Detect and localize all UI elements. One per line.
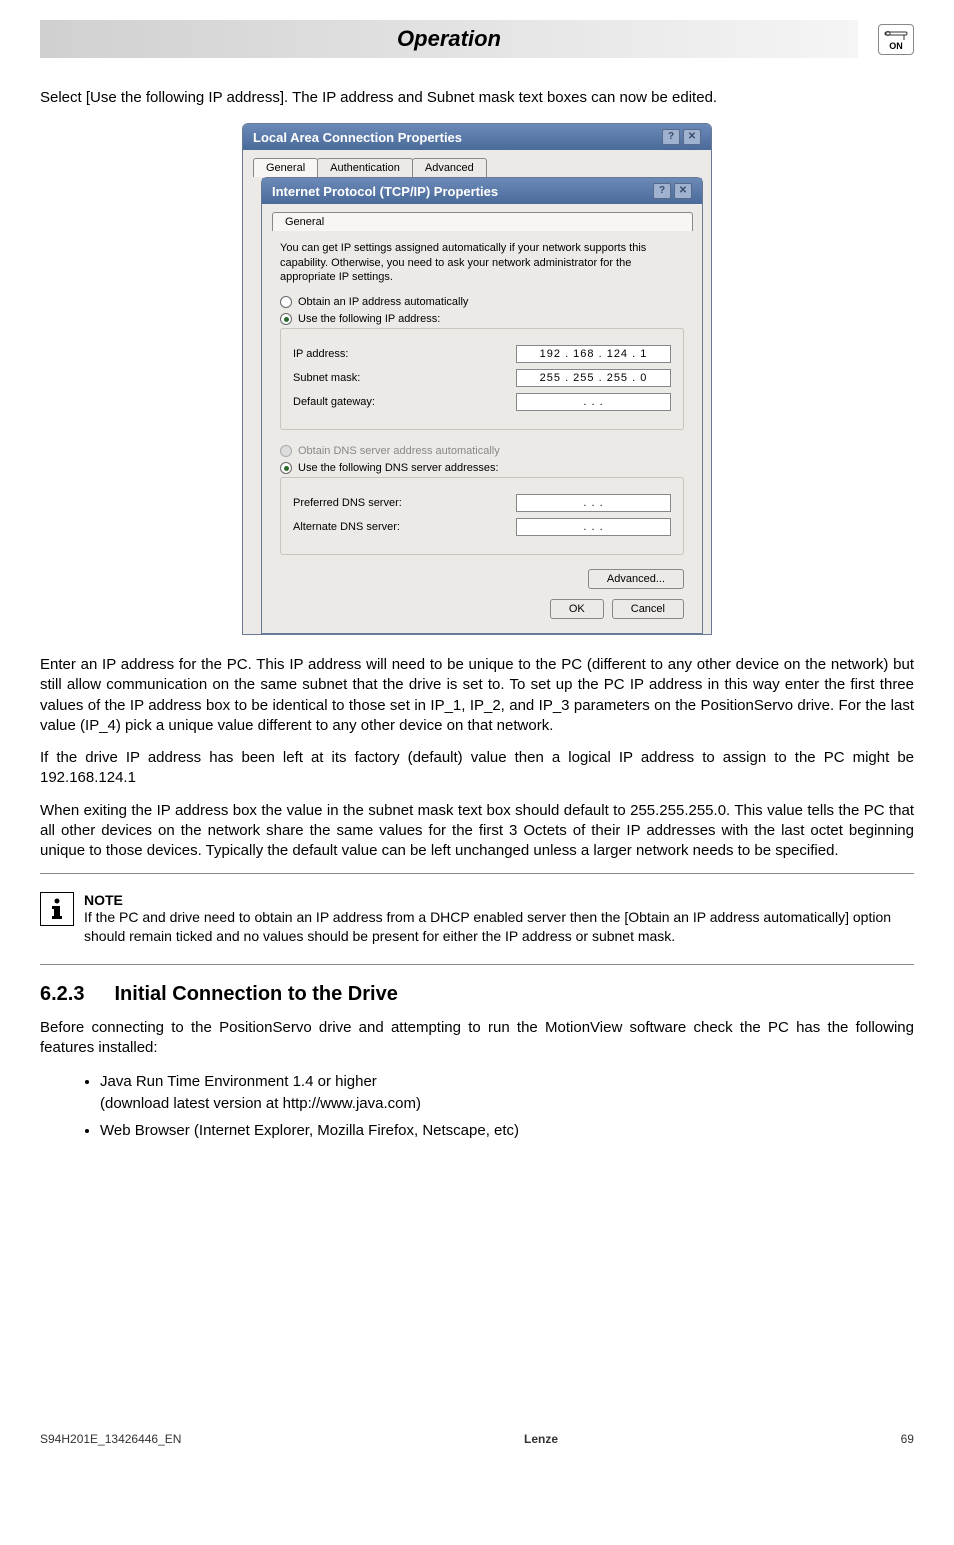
note-box: NOTE If the PC and drive need to obtain … xyxy=(40,892,914,946)
page-title: Operation xyxy=(40,20,858,58)
outer-titlebar[interactable]: Local Area Connection Properties ? ✕ xyxy=(243,124,711,150)
help-icon[interactable]: ? xyxy=(662,129,680,145)
inner-titlebar[interactable]: Internet Protocol (TCP/IP) Properties ? … xyxy=(262,178,702,204)
note-text: If the PC and drive need to obtain an IP… xyxy=(84,908,914,946)
tcpip-properties-dialog: Internet Protocol (TCP/IP) Properties ? … xyxy=(261,177,703,634)
tab-advanced[interactable]: Advanced xyxy=(412,158,487,177)
dns-fields-group: Preferred DNS server: . . . Alternate DN… xyxy=(280,477,684,555)
power-on-label: ON xyxy=(884,42,908,51)
alternate-dns-input[interactable]: . . . xyxy=(516,518,671,536)
paragraph-3: When exiting the IP address box the valu… xyxy=(40,801,914,862)
subnet-mask-input[interactable]: 255 . 255 . 255 . 0 xyxy=(516,369,671,387)
tab-authentication[interactable]: Authentication xyxy=(317,158,413,177)
cancel-button[interactable]: Cancel xyxy=(612,599,684,619)
close-icon[interactable]: ✕ xyxy=(674,183,692,199)
list-item: Java Run Time Environment 1.4 or higher … xyxy=(100,1071,914,1116)
preferred-dns-input[interactable]: . . . xyxy=(516,494,671,512)
alternate-dns-label: Alternate DNS server: xyxy=(293,521,516,533)
inner-dialog-title: Internet Protocol (TCP/IP) Properties xyxy=(272,184,498,199)
radio-icon xyxy=(280,462,292,474)
power-on-icon: ON xyxy=(878,24,914,55)
radio-icon xyxy=(280,445,292,457)
requirements-list: Java Run Time Environment 1.4 or higher … xyxy=(100,1071,914,1143)
paragraph-2: If the drive IP address has been left at… xyxy=(40,748,914,789)
radio-obtain-dns-auto: Obtain DNS server address automatically xyxy=(280,445,684,457)
radio-label: Obtain DNS server address automatically xyxy=(298,445,500,457)
info-icon xyxy=(40,892,74,926)
dialog-container: Local Area Connection Properties ? ✕ Gen… xyxy=(40,123,914,635)
section-number: 6.2.3 xyxy=(40,983,84,1006)
close-icon[interactable]: ✕ xyxy=(683,129,701,145)
radio-label: Obtain an IP address automatically xyxy=(298,296,468,308)
radio-icon xyxy=(280,296,292,308)
subnet-mask-label: Subnet mask: xyxy=(293,372,516,384)
help-icon[interactable]: ? xyxy=(653,183,671,199)
radio-label: Use the following DNS server addresses: xyxy=(298,462,499,474)
default-gateway-input[interactable]: . . . xyxy=(516,393,671,411)
list-item-subtext: (download latest version at http://www.j… xyxy=(100,1095,421,1112)
tab-general[interactable]: General xyxy=(253,158,318,177)
radio-icon xyxy=(280,313,292,325)
lan-properties-dialog: Local Area Connection Properties ? ✕ Gen… xyxy=(242,123,712,635)
radio-use-following-ip[interactable]: Use the following IP address: xyxy=(280,313,684,325)
list-item-text: Java Run Time Environment 1.4 or higher xyxy=(100,1073,377,1090)
radio-label: Use the following IP address: xyxy=(298,313,440,325)
ip-address-input[interactable]: 192 . 168 . 124 . 1 xyxy=(516,345,671,363)
list-item: Web Browser (Internet Explorer, Mozilla … xyxy=(100,1120,914,1143)
page-footer: S94H201E_13426446_EN Lenze 69 xyxy=(40,1432,914,1446)
section-heading: 6.2.3 Initial Connection to the Drive xyxy=(40,983,914,1006)
default-gateway-label: Default gateway: xyxy=(293,396,516,408)
radio-use-following-dns[interactable]: Use the following DNS server addresses: xyxy=(280,462,684,474)
radio-obtain-ip-auto[interactable]: Obtain an IP address automatically xyxy=(280,296,684,308)
divider xyxy=(40,873,914,874)
outer-tabs: General Authentication Advanced xyxy=(243,150,711,177)
dialog-description: You can get IP settings assigned automat… xyxy=(280,241,684,284)
outer-dialog-title: Local Area Connection Properties xyxy=(253,130,462,145)
preferred-dns-label: Preferred DNS server: xyxy=(293,497,516,509)
paragraph-4: Before connecting to the PositionServo d… xyxy=(40,1018,914,1059)
footer-doc-id: S94H201E_13426446_EN xyxy=(40,1432,181,1446)
footer-page-number: 69 xyxy=(901,1432,914,1446)
page-header: Operation ON xyxy=(40,20,914,58)
ip-fields-group: IP address: 192 . 168 . 124 . 1 Subnet m… xyxy=(280,328,684,430)
intro-text: Select [Use the following IP address]. T… xyxy=(40,88,914,108)
paragraph-1: Enter an IP address for the PC. This IP … xyxy=(40,655,914,736)
advanced-button[interactable]: Advanced... xyxy=(588,569,684,589)
inner-tab-general[interactable]: General xyxy=(272,212,693,231)
section-title: Initial Connection to the Drive xyxy=(114,983,397,1006)
divider xyxy=(40,964,914,965)
ip-address-label: IP address: xyxy=(293,348,516,360)
footer-brand: Lenze xyxy=(524,1432,558,1446)
note-title: NOTE xyxy=(84,892,914,908)
ok-button[interactable]: OK xyxy=(550,599,604,619)
